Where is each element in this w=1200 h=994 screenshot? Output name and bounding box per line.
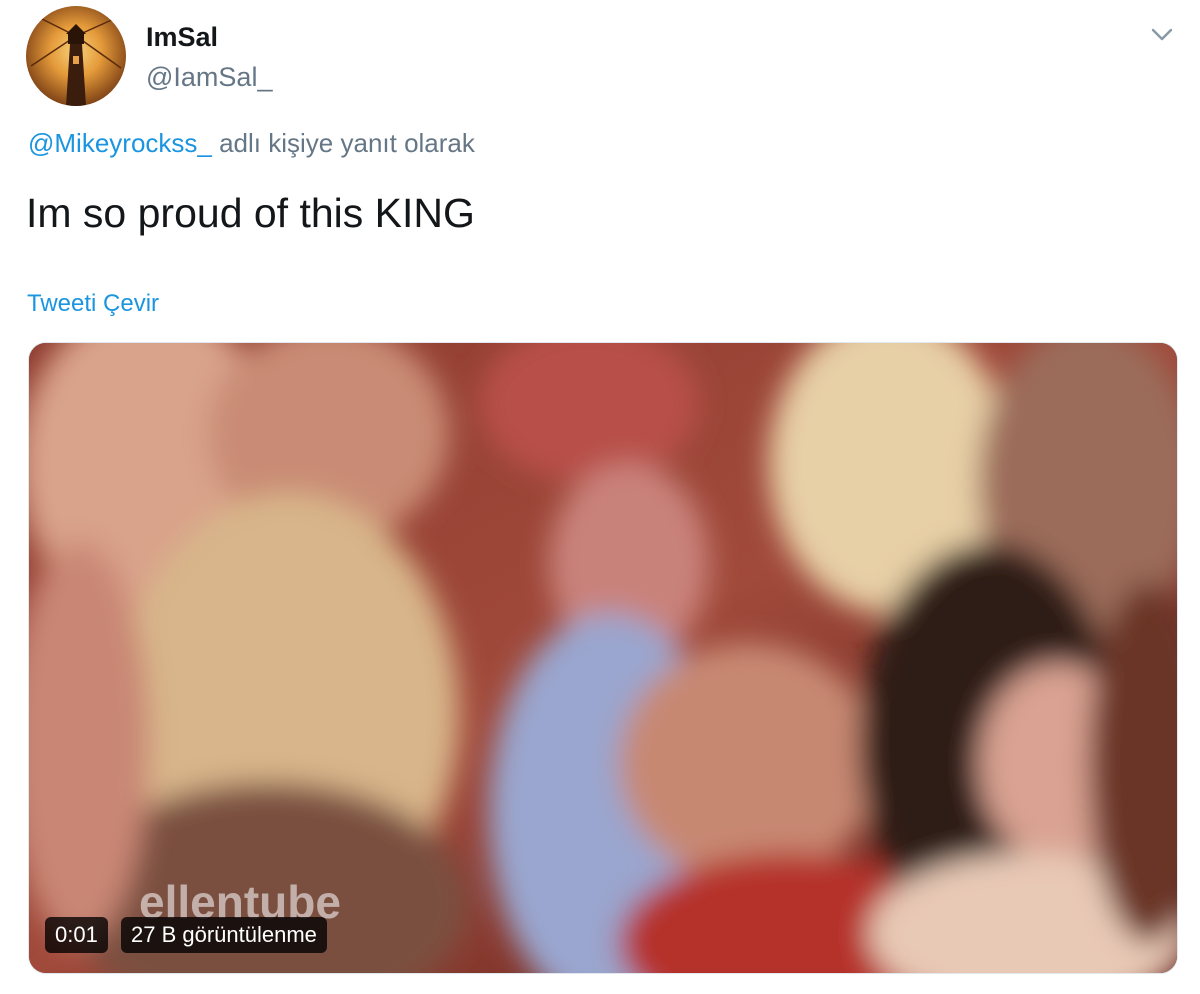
avatar[interactable]	[26, 6, 126, 106]
chevron-down-icon	[1151, 28, 1173, 41]
video-duration-badge: 0:01	[45, 917, 108, 953]
video-views-badge: 27 B görüntülenme	[121, 917, 327, 953]
reply-mention-link[interactable]: @Mikeyrockss_	[28, 128, 212, 158]
reply-context-label: adlı kişiye yanıt olarak	[211, 128, 475, 158]
user-handle[interactable]: @IamSal_	[146, 62, 272, 93]
more-options-button[interactable]	[1148, 22, 1176, 46]
video-player[interactable]: ellentube 0:01 27 B görüntülenme	[28, 342, 1178, 974]
lighthouse-avatar-icon	[30, 15, 122, 106]
translate-tweet-link[interactable]: Tweeti Çevir	[27, 290, 159, 318]
reply-context: @Mikeyrockss_ adlı kişiye yanıt olarak	[28, 128, 475, 159]
display-name[interactable]: ImSal	[146, 22, 218, 53]
tweet-text: Im so proud of this KING	[26, 190, 475, 236]
